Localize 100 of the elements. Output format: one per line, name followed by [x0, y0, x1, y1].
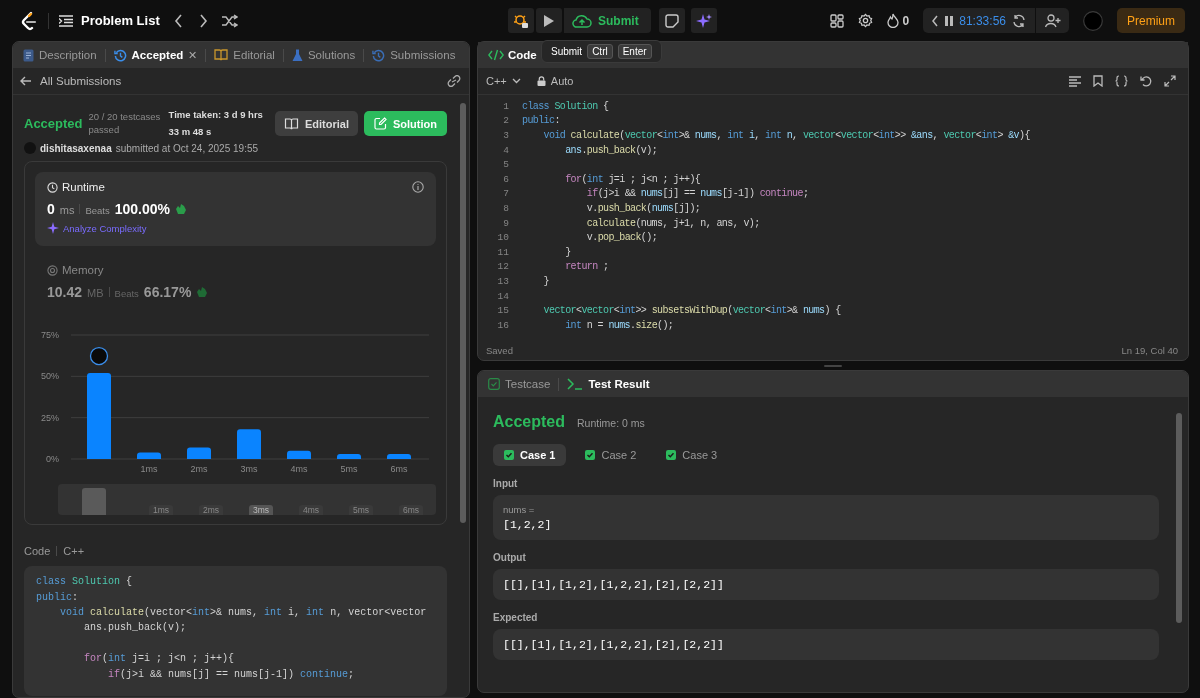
- info-icon[interactable]: [412, 181, 424, 194]
- line-number: 12: [496, 261, 509, 273]
- beats-label: Beats: [114, 288, 139, 300]
- undo-icon[interactable]: [1140, 75, 1152, 87]
- code-line: for(int j=i ; j<n ; j++){: [564, 173, 701, 185]
- line-number: 16: [496, 319, 509, 331]
- code-line: ans.push_back(v);: [564, 144, 658, 156]
- chevron-down-icon: [511, 78, 521, 84]
- streak-count: 0: [902, 13, 910, 28]
- ai-assistant-button[interactable]: [690, 8, 717, 33]
- range-handle[interactable]: [82, 488, 106, 516]
- code-tab[interactable]: Code: [488, 49, 537, 61]
- bookmark-icon[interactable]: [1093, 75, 1103, 87]
- line-number: 3: [502, 130, 509, 141]
- history-icon: [372, 48, 386, 62]
- code-line: class Solution {: [522, 100, 609, 112]
- chevron-left-icon[interactable]: [931, 14, 940, 27]
- panel-tab[interactable]: Test Result: [567, 378, 650, 390]
- clap-icon: [196, 286, 209, 299]
- chevron-left-icon[interactable]: [173, 13, 184, 28]
- panel-tab[interactable]: Accepted: [113, 48, 184, 62]
- logo-icon[interactable]: [20, 10, 38, 31]
- close-tab-button[interactable]: ✕: [188, 48, 198, 62]
- y-tick-label: 75%: [41, 330, 59, 341]
- section-label: Output: [493, 552, 527, 563]
- code-line: public:: [36, 590, 80, 605]
- settings-icon[interactable]: [857, 13, 873, 28]
- username-link[interactable]: dishitasaxenaa: [40, 142, 112, 154]
- panel-tab[interactable]: Description: [23, 48, 97, 62]
- debug-button[interactable]: [508, 8, 534, 33]
- panel-tab[interactable]: Submissions: [372, 48, 456, 62]
- language-dropdown[interactable]: C++: [486, 75, 521, 87]
- refresh-icon[interactable]: [1012, 13, 1026, 28]
- play-icon: [543, 13, 555, 28]
- chevron-right-icon[interactable]: [197, 13, 208, 28]
- x-tick-label: 1ms: [140, 464, 158, 473]
- line-number: 4: [502, 144, 509, 156]
- value-text: [[],[1],[1,2],[1,2,2],[2],[2,2]]: [503, 578, 725, 591]
- memory-section[interactable]: Memory 10.42 MB Beats 66.17%: [35, 246, 436, 309]
- code-line: v.push_back(nums[j]);: [585, 202, 701, 214]
- case-tab[interactable]: Case 2: [574, 444, 648, 466]
- range-navigator[interactable]: 1ms 2ms 3ms 4ms 5ms 6ms: [58, 484, 436, 516]
- auto-mode-button[interactable]: Auto: [536, 75, 574, 87]
- value-text: [1,2,2]: [503, 518, 553, 531]
- memory-title: Memory: [62, 264, 104, 277]
- edit-icon: [374, 117, 387, 131]
- value-text: [[],[1],[1,2],[1,2,2],[2],[2,2]]: [503, 638, 725, 651]
- premium-button[interactable]: Premium: [1117, 8, 1185, 33]
- y-tick-label: 50%: [41, 371, 59, 382]
- code-line: void calculate(vector<int>& nums, int i, int n, vector<vector<int>> &ans, vector<int> &v){: [542, 130, 1030, 141]
- code-line: for(int j=i ; j<n ; j++){: [83, 652, 236, 667]
- line-number: 7: [502, 188, 509, 200]
- time-taken-text: Time taken: 3 d 9 hrs 33 m 48 s: [168, 108, 264, 139]
- x-tick-label: 2ms: [190, 464, 208, 473]
- bar[interactable]: [387, 454, 411, 460]
- y-tick-label: 25%: [41, 412, 59, 423]
- problem-list-button[interactable]: Problem List: [59, 13, 160, 28]
- runtime-card[interactable]: Runtime 0 ms Beats 100.00% Analyze Complexity: [35, 172, 436, 247]
- run-button[interactable]: [536, 8, 562, 33]
- parameter-name: nums =: [503, 504, 536, 515]
- panel-tab[interactable]: Editorial: [214, 49, 275, 61]
- pause-icon[interactable]: [945, 15, 954, 26]
- code-line: if(j>i && nums[j] == nums[j-1]) continue;: [585, 188, 809, 200]
- panel-tab[interactable]: Testcase: [488, 378, 551, 390]
- submit-button[interactable]: Submit: [564, 8, 651, 33]
- clock-icon: [47, 181, 58, 193]
- language-label: C++: [63, 545, 85, 558]
- book-icon: [214, 49, 229, 61]
- back-arrow-icon: [20, 76, 32, 86]
- timer-text: 81:33:56: [959, 13, 1006, 28]
- beats-percent: 66.17%: [143, 284, 192, 301]
- checkbox-icon: [488, 378, 500, 390]
- note-button[interactable]: [658, 8, 685, 33]
- shuffle-icon[interactable]: [221, 13, 238, 28]
- flame-icon[interactable]: [886, 13, 899, 28]
- layout-icon[interactable]: [829, 13, 844, 28]
- format-icon[interactable]: [1069, 75, 1081, 87]
- analyze-complexity-link[interactable]: Analyze Complexity: [47, 222, 147, 235]
- code-line: void calculate(vector<int>& nums, int i, int n, vector<vector: [59, 606, 428, 621]
- braces-icon[interactable]: [1115, 75, 1128, 87]
- link-icon[interactable]: [447, 75, 461, 87]
- case-tab[interactable]: Case 1: [493, 444, 567, 466]
- editorial-button[interactable]: Editorial: [275, 111, 358, 137]
- all-submissions-link[interactable]: All Submissions: [20, 75, 122, 87]
- bar[interactable]: [237, 429, 261, 460]
- bar[interactable]: [337, 454, 361, 460]
- add-user-icon[interactable]: [1045, 13, 1061, 28]
- section-label: Expected: [493, 612, 539, 623]
- case-tab[interactable]: Case 3: [655, 444, 729, 466]
- line-number: 2: [502, 115, 509, 127]
- runtime-unit: ms: [59, 204, 75, 217]
- panel-tab[interactable]: Solutions: [291, 48, 356, 62]
- bar[interactable]: [287, 451, 311, 460]
- range-label: 1ms: [149, 505, 173, 516]
- bar[interactable]: [137, 452, 161, 460]
- expand-icon[interactable]: [1164, 75, 1176, 87]
- code-title: Code: [24, 545, 51, 558]
- x-tick-label: 4ms: [290, 464, 308, 473]
- code-line: v.pop_back();: [585, 232, 658, 244]
- bar[interactable]: [187, 447, 211, 460]
